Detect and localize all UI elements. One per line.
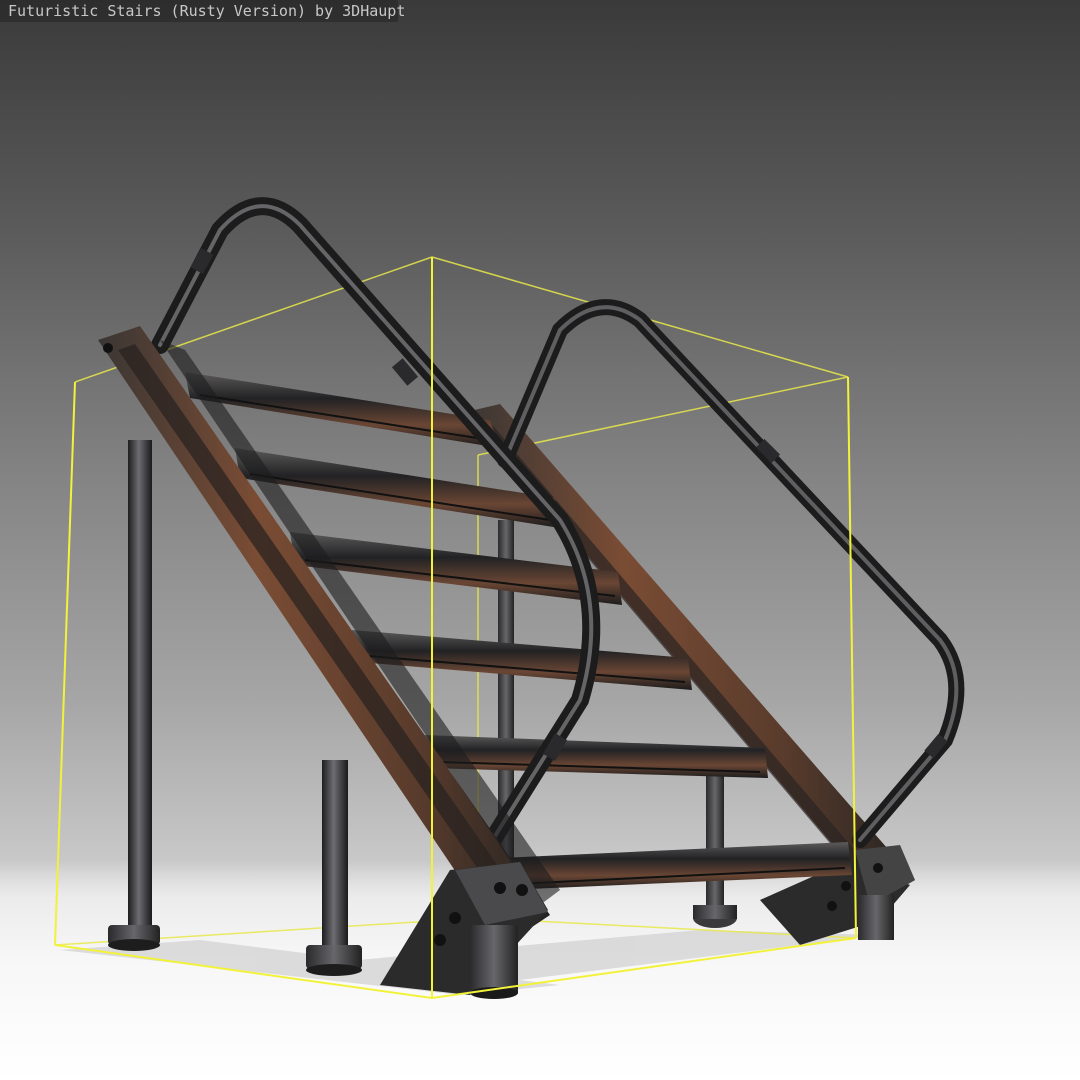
3d-viewport[interactable]: Futuristic Stairs (Rusty Version) by 3DH… <box>0 0 1080 1080</box>
stairs-model[interactable] <box>0 0 1080 1080</box>
support-leg-front-left <box>306 760 362 976</box>
viewer-title: Futuristic Stairs (Rusty Version) by 3DH… <box>0 0 405 22</box>
support-leg-back-left <box>108 440 160 951</box>
